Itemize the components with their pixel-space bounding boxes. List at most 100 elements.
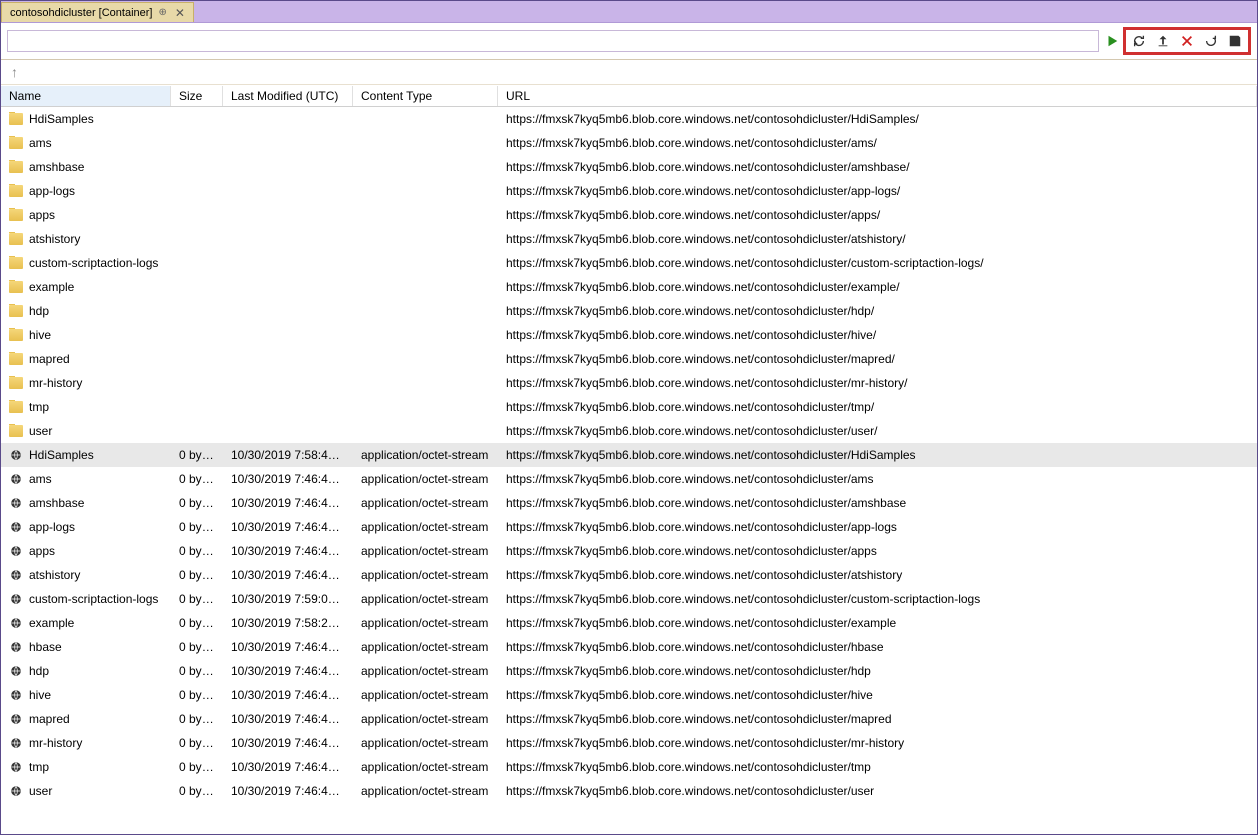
table-row[interactable]: apps https://fmxsk7kyq5mb6.blob.core.win… bbox=[1, 203, 1257, 227]
item-type: application/octet-stream bbox=[353, 688, 498, 702]
item-name: app-logs bbox=[29, 184, 75, 198]
header-type[interactable]: Content Type bbox=[353, 86, 498, 106]
folder-icon bbox=[9, 377, 23, 389]
item-type: application/octet-stream bbox=[353, 592, 498, 606]
table-row[interactable]: HdiSamples https://fmxsk7kyq5mb6.blob.co… bbox=[1, 107, 1257, 131]
item-modified: 10/30/2019 7:46:48 PM bbox=[223, 520, 353, 534]
item-url: https://fmxsk7kyq5mb6.blob.core.windows.… bbox=[498, 352, 1257, 366]
table-row[interactable]: custom-scriptaction-logs https://fmxsk7k… bbox=[1, 251, 1257, 275]
table-row[interactable]: mapred 0 bytes 10/30/2019 7:46:49 PM app… bbox=[1, 707, 1257, 731]
table-row[interactable]: app-logs 0 bytes 10/30/2019 7:46:48 PM a… bbox=[1, 515, 1257, 539]
item-name: user bbox=[29, 424, 52, 438]
item-name: custom-scriptaction-logs bbox=[29, 592, 158, 606]
table-row[interactable]: ams https://fmxsk7kyq5mb6.blob.core.wind… bbox=[1, 131, 1257, 155]
item-url: https://fmxsk7kyq5mb6.blob.core.windows.… bbox=[498, 736, 1257, 750]
item-type: application/octet-stream bbox=[353, 712, 498, 726]
table-row[interactable]: mr-history https://fmxsk7kyq5mb6.blob.co… bbox=[1, 371, 1257, 395]
table-row[interactable]: user 0 bytes 10/30/2019 7:46:49 PM appli… bbox=[1, 779, 1257, 803]
table-row[interactable]: example https://fmxsk7kyq5mb6.blob.core.… bbox=[1, 275, 1257, 299]
item-size: 0 bytes bbox=[171, 616, 223, 630]
item-type: application/octet-stream bbox=[353, 472, 498, 486]
header-url[interactable]: URL bbox=[498, 86, 1257, 106]
blob-icon bbox=[9, 664, 23, 678]
folder-icon bbox=[9, 185, 23, 197]
item-url: https://fmxsk7kyq5mb6.blob.core.windows.… bbox=[498, 544, 1257, 558]
refresh-icon[interactable] bbox=[1130, 32, 1148, 50]
item-url: https://fmxsk7kyq5mb6.blob.core.windows.… bbox=[498, 520, 1257, 534]
table-row[interactable]: mr-history 0 bytes 10/30/2019 7:46:49 PM… bbox=[1, 731, 1257, 755]
item-modified: 10/30/2019 7:46:49 PM bbox=[223, 736, 353, 750]
item-url: https://fmxsk7kyq5mb6.blob.core.windows.… bbox=[498, 784, 1257, 798]
table-row[interactable]: hive https://fmxsk7kyq5mb6.blob.core.win… bbox=[1, 323, 1257, 347]
table-row[interactable]: mapred https://fmxsk7kyq5mb6.blob.core.w… bbox=[1, 347, 1257, 371]
item-type: application/octet-stream bbox=[353, 496, 498, 510]
address-input[interactable] bbox=[7, 30, 1099, 52]
item-url: https://fmxsk7kyq5mb6.blob.core.windows.… bbox=[498, 472, 1257, 486]
item-type: application/octet-stream bbox=[353, 736, 498, 750]
item-type: application/octet-stream bbox=[353, 520, 498, 534]
folder-icon bbox=[9, 401, 23, 413]
item-size: 0 bytes bbox=[171, 496, 223, 510]
upload-icon[interactable] bbox=[1154, 32, 1172, 50]
tab-active[interactable]: contosohdicluster [Container] ⊕ ✕ bbox=[1, 2, 194, 22]
table-row[interactable]: HdiSamples 0 bytes 10/30/2019 7:58:47 PM… bbox=[1, 443, 1257, 467]
pin-icon[interactable]: ⊕ bbox=[158, 7, 166, 18]
up-icon[interactable]: ↑ bbox=[11, 64, 18, 80]
open-icon[interactable] bbox=[1202, 32, 1220, 50]
item-size: 0 bytes bbox=[171, 448, 223, 462]
table-row[interactable]: hdp 0 bytes 10/30/2019 7:46:48 PM applic… bbox=[1, 659, 1257, 683]
tab-strip: contosohdicluster [Container] ⊕ ✕ bbox=[1, 1, 1257, 23]
header-name[interactable]: Name bbox=[1, 86, 171, 106]
item-size: 0 bytes bbox=[171, 544, 223, 558]
blob-icon bbox=[9, 736, 23, 750]
table-row[interactable]: hdp https://fmxsk7kyq5mb6.blob.core.wind… bbox=[1, 299, 1257, 323]
item-type: application/octet-stream bbox=[353, 784, 498, 798]
column-headers: Name Size Last Modified (UTC) Content Ty… bbox=[1, 85, 1257, 107]
table-row[interactable]: ams 0 bytes 10/30/2019 7:46:48 PM applic… bbox=[1, 467, 1257, 491]
table-row[interactable]: hive 0 bytes 10/30/2019 7:46:48 PM appli… bbox=[1, 683, 1257, 707]
header-modified[interactable]: Last Modified (UTC) bbox=[223, 86, 353, 106]
table-row[interactable]: atshistory 0 bytes 10/30/2019 7:46:48 PM… bbox=[1, 563, 1257, 587]
blob-icon bbox=[9, 568, 23, 582]
folder-icon bbox=[9, 137, 23, 149]
table-row[interactable]: user https://fmxsk7kyq5mb6.blob.core.win… bbox=[1, 419, 1257, 443]
item-size: 0 bytes bbox=[171, 472, 223, 486]
table-row[interactable]: example 0 bytes 10/30/2019 7:58:25 PM ap… bbox=[1, 611, 1257, 635]
delete-icon[interactable] bbox=[1178, 32, 1196, 50]
file-grid[interactable]: HdiSamples https://fmxsk7kyq5mb6.blob.co… bbox=[1, 107, 1257, 838]
table-row[interactable]: tmp https://fmxsk7kyq5mb6.blob.core.wind… bbox=[1, 395, 1257, 419]
item-name: custom-scriptaction-logs bbox=[29, 256, 158, 270]
header-size[interactable]: Size bbox=[171, 86, 223, 106]
folder-icon bbox=[9, 425, 23, 437]
item-url: https://fmxsk7kyq5mb6.blob.core.windows.… bbox=[498, 712, 1257, 726]
item-size: 0 bytes bbox=[171, 688, 223, 702]
table-row[interactable]: custom-scriptaction-logs 0 bytes 10/30/2… bbox=[1, 587, 1257, 611]
item-name: amshbase bbox=[29, 496, 84, 510]
table-row[interactable]: hbase 0 bytes 10/30/2019 7:46:48 PM appl… bbox=[1, 635, 1257, 659]
table-row[interactable]: app-logs https://fmxsk7kyq5mb6.blob.core… bbox=[1, 179, 1257, 203]
item-url: https://fmxsk7kyq5mb6.blob.core.windows.… bbox=[498, 328, 1257, 342]
item-modified: 10/30/2019 7:46:49 PM bbox=[223, 760, 353, 774]
item-size: 0 bytes bbox=[171, 664, 223, 678]
table-row[interactable]: amshbase https://fmxsk7kyq5mb6.blob.core… bbox=[1, 155, 1257, 179]
item-url: https://fmxsk7kyq5mb6.blob.core.windows.… bbox=[498, 304, 1257, 318]
folder-icon bbox=[9, 113, 23, 125]
item-url: https://fmxsk7kyq5mb6.blob.core.windows.… bbox=[498, 616, 1257, 630]
close-icon[interactable]: ✕ bbox=[173, 6, 187, 20]
table-row[interactable]: tmp 0 bytes 10/30/2019 7:46:49 PM applic… bbox=[1, 755, 1257, 779]
toolbar-icons bbox=[1103, 27, 1251, 55]
table-row[interactable]: apps 0 bytes 10/30/2019 7:46:48 PM appli… bbox=[1, 539, 1257, 563]
blob-icon bbox=[9, 544, 23, 558]
item-type: application/octet-stream bbox=[353, 568, 498, 582]
item-name: user bbox=[29, 784, 52, 798]
table-row[interactable]: atshistory https://fmxsk7kyq5mb6.blob.co… bbox=[1, 227, 1257, 251]
blob-icon bbox=[9, 496, 23, 510]
item-size: 0 bytes bbox=[171, 520, 223, 534]
item-modified: 10/30/2019 7:46:48 PM bbox=[223, 472, 353, 486]
save-icon[interactable] bbox=[1226, 32, 1244, 50]
blob-icon bbox=[9, 448, 23, 462]
item-type: application/octet-stream bbox=[353, 448, 498, 462]
item-url: https://fmxsk7kyq5mb6.blob.core.windows.… bbox=[498, 496, 1257, 510]
go-icon[interactable] bbox=[1103, 32, 1121, 50]
table-row[interactable]: amshbase 0 bytes 10/30/2019 7:46:48 PM a… bbox=[1, 491, 1257, 515]
